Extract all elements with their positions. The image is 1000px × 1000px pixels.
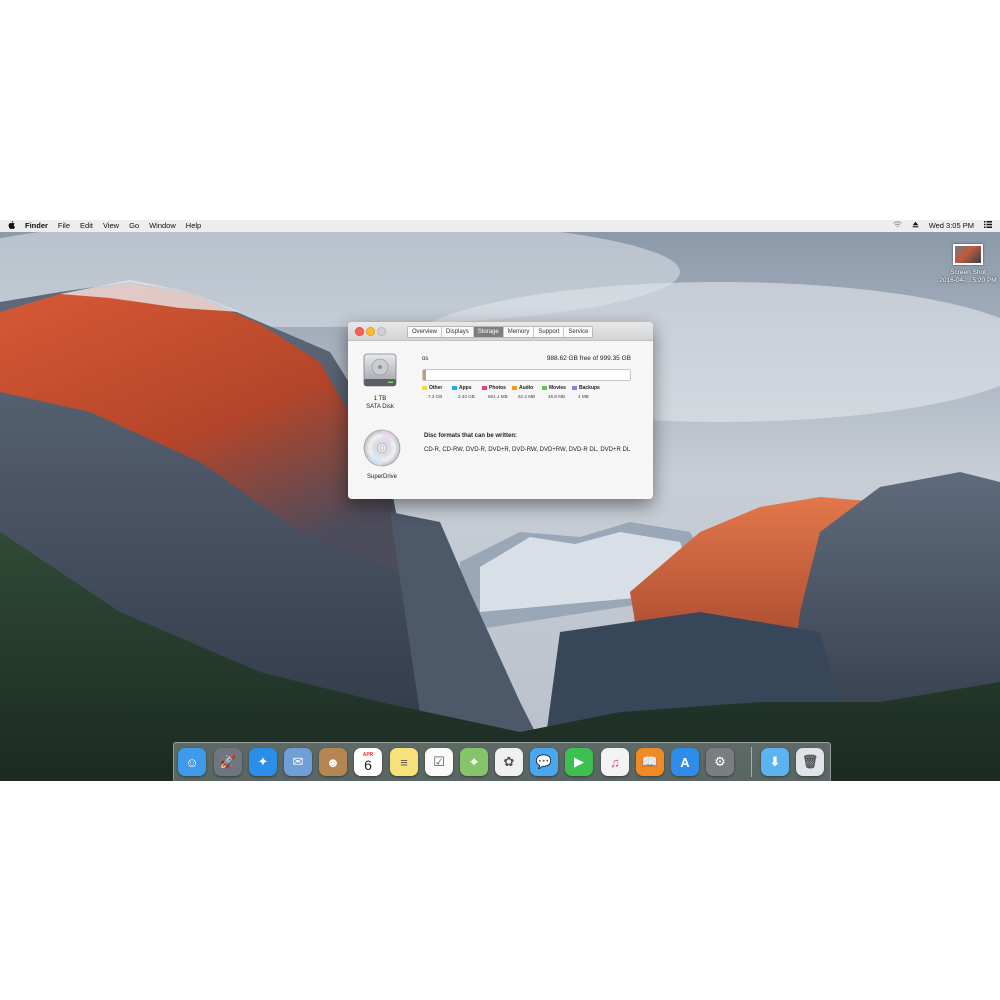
free-space-text: 988.62 GB free of 999.35 GB (546, 355, 631, 362)
tab-service[interactable]: Service (564, 327, 592, 337)
disc-formats-list: CD-R, CD-RW, DVD-R, DVD+R, DVD-RW, DVD+R… (424, 447, 631, 453)
storage-usage-bar (422, 369, 631, 381)
superdrive-label: SuperDrive (366, 474, 397, 480)
about-this-mac-window: Overview Displays Storage Memory Support… (348, 322, 653, 499)
desktop-wallpaper (0, 232, 1000, 781)
system-preferences-icon[interactable]: ⚙ (706, 748, 734, 776)
legend-swatch (422, 386, 427, 390)
legend-size: 2.43 GB (458, 394, 475, 399)
legend-swatch (572, 386, 577, 390)
legend-swatch (542, 386, 547, 390)
downloads-icon[interactable]: ⬇ (761, 748, 789, 776)
storage-pane: 1 TB SATA Disk os 988.62 GB free of 999.… (348, 341, 653, 499)
desktop-screenshot-file[interactable]: Screen Shot 2016-04-... 5:20 PM (936, 244, 1000, 285)
legend-label: Other (429, 385, 443, 391)
legend-swatch (482, 386, 487, 390)
menu-window[interactable]: Window (144, 220, 181, 232)
legend-label: Movies (549, 385, 566, 391)
legend-size: 891.1 MB (488, 394, 508, 399)
legend-item-backups: Backups 4 MB (572, 385, 602, 399)
facetime-icon[interactable]: ▶ (565, 748, 593, 776)
tab-storage[interactable]: Storage (473, 327, 504, 337)
menu-go[interactable]: Go (124, 220, 144, 232)
app-store-icon[interactable]: A (671, 748, 699, 776)
tab-bar: Overview Displays Storage Memory Support… (407, 326, 594, 338)
tab-support[interactable]: Support (534, 327, 565, 337)
wifi-icon[interactable] (888, 220, 907, 232)
legend-size: 4 MB (578, 394, 589, 399)
disk-capacity: 1 TB (373, 396, 387, 402)
dock: ☺ 🚀 ✦ ✉ ☻ APR 6 ≡ ☑ ⌖ ✿ 💬 ▶ ♫ 📖 A ⚙ ⬇ 🗑 (173, 742, 831, 781)
eject-icon[interactable] (907, 220, 924, 232)
notes-icon[interactable]: ≡ (390, 748, 418, 776)
disk-type: SATA Disk (366, 404, 394, 410)
tab-displays[interactable]: Displays (442, 327, 474, 337)
file-label-line2: 2016-04-... 5:20 PM (939, 277, 997, 284)
calendar-day: 6 (364, 756, 372, 773)
file-label-line1: Screen Shot (950, 269, 986, 276)
calendar-icon[interactable]: APR 6 (354, 748, 382, 776)
apple-icon[interactable] (0, 220, 20, 232)
launchpad-icon[interactable]: 🚀 (214, 748, 242, 776)
window-titlebar[interactable]: Overview Displays Storage Memory Support… (348, 322, 653, 341)
tab-overview[interactable]: Overview (408, 327, 443, 337)
legend-size: 7.3 GB (428, 394, 443, 399)
screenshot-thumbnail-icon (953, 244, 983, 265)
menu-list-icon[interactable] (979, 220, 1000, 232)
safari-icon[interactable]: ✦ (249, 748, 277, 776)
disc-formats-heading: Disc formats that can be written: (424, 433, 518, 439)
mail-icon[interactable]: ✉ (284, 748, 312, 776)
legend-size: 46.8 MB (548, 394, 566, 399)
minimize-button[interactable] (366, 327, 375, 336)
legend-label: Backups (579, 385, 600, 391)
legend-label: Photos (489, 385, 506, 391)
photos-icon[interactable]: ✿ (495, 748, 523, 776)
clock[interactable]: Wed 3:05 PM (924, 220, 979, 232)
menu-edit[interactable]: Edit (75, 220, 98, 232)
finder-icon[interactable]: ☺ (178, 748, 206, 776)
close-button[interactable] (355, 327, 364, 336)
legend-item-audio: Audio 62.2 MB (512, 385, 542, 399)
legend-swatch (512, 386, 517, 390)
dock-separator (751, 747, 752, 777)
legend-item-photos: Photos 891.1 MB (482, 385, 512, 399)
ibooks-icon[interactable]: 📖 (636, 748, 664, 776)
legend-item-apps: Apps 2.43 GB (452, 385, 482, 399)
messages-icon[interactable]: 💬 (530, 748, 558, 776)
menu-view[interactable]: View (98, 220, 124, 232)
legend-item-movies: Movies 46.8 MB (542, 385, 572, 399)
superdrive-disc-icon (363, 429, 401, 467)
maps-icon[interactable]: ⌖ (460, 748, 488, 776)
menu-help[interactable]: Help (181, 220, 206, 232)
legend-label: Apps (459, 385, 472, 391)
storage-legend: Other 7.3 GB Apps 2.43 GB Photos 891.1 MB Audi… (422, 385, 602, 399)
legend-size: 62.2 MB (518, 394, 536, 399)
menu-bar: Finder File Edit View Go Window Help Wed… (0, 220, 1000, 232)
hard-disk-icon (363, 353, 397, 387)
itunes-icon[interactable]: ♫ (601, 748, 629, 776)
contacts-icon[interactable]: ☻ (319, 748, 347, 776)
desktop-screen: Finder File Edit View Go Window Help Wed… (0, 220, 1000, 781)
menu-finder[interactable]: Finder (20, 220, 53, 232)
reminders-icon[interactable]: ☑ (425, 748, 453, 776)
menu-file[interactable]: File (53, 220, 75, 232)
legend-item-other: Other 7.3 GB (422, 385, 452, 399)
zoom-button[interactable] (377, 327, 386, 336)
legend-label: Audio (519, 385, 534, 391)
used-space-segment (423, 370, 427, 380)
trash-icon[interactable]: 🗑 (796, 748, 824, 776)
volume-name: os (422, 356, 429, 362)
tab-memory[interactable]: Memory (504, 327, 535, 337)
legend-swatch (452, 386, 457, 390)
